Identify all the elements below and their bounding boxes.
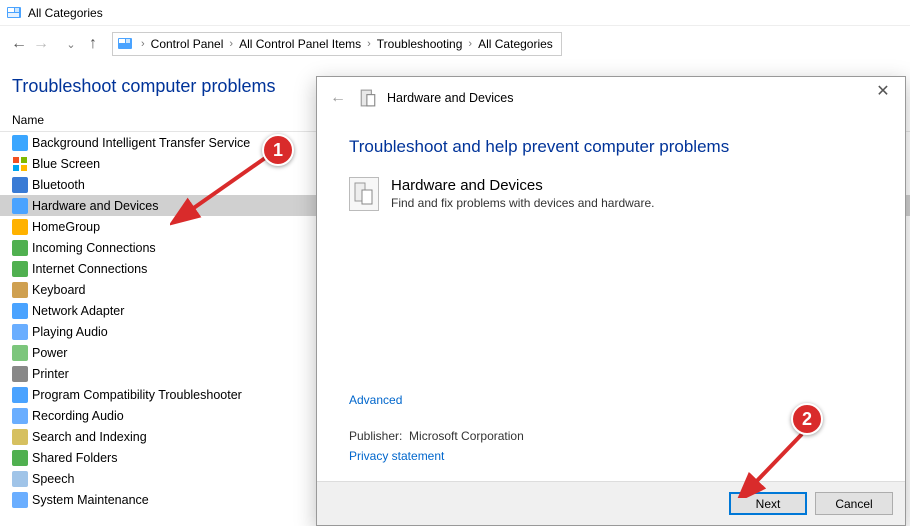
publisher-value: Microsoft Corporation xyxy=(409,429,524,443)
keyboard-icon xyxy=(12,282,28,298)
homegroup-icon xyxy=(12,219,28,235)
annotation-badge-2: 2 xyxy=(791,403,823,435)
cancel-button[interactable]: Cancel xyxy=(815,492,893,515)
blue-screen-icon xyxy=(12,156,28,172)
list-item-label: Speech xyxy=(32,472,74,486)
nav-recent-dropdown[interactable]: ⌄ xyxy=(60,33,82,55)
wizard-header: ← Hardware and Devices xyxy=(317,77,905,117)
next-button[interactable]: Next xyxy=(729,492,807,515)
troubleshooter-icon xyxy=(359,89,377,107)
list-item-label: HomeGroup xyxy=(32,220,100,234)
system-maintenance-icon xyxy=(12,492,28,508)
column-name[interactable]: Name xyxy=(12,113,44,127)
list-item-label: Blue Screen xyxy=(32,157,100,171)
chevron-right-icon[interactable]: › xyxy=(466,38,474,50)
internet-connections-icon xyxy=(12,261,28,277)
window-titlebar: All Categories xyxy=(0,0,910,26)
wizard-back-button[interactable]: ← xyxy=(327,87,349,109)
search-indexing-icon xyxy=(12,429,28,445)
nav-forward-button[interactable]: → xyxy=(30,33,52,55)
advanced-link[interactable]: Advanced xyxy=(349,393,524,407)
breadcrumb-item[interactable]: Control Panel xyxy=(147,37,228,51)
annotation-badge-1: 1 xyxy=(262,134,294,166)
nav-back-button[interactable]: ← xyxy=(8,33,30,55)
incoming-connections-icon xyxy=(12,240,28,256)
power-icon xyxy=(12,345,28,361)
list-item-label: Program Compatibility Troubleshooter xyxy=(32,388,242,402)
list-item-label: Printer xyxy=(32,367,69,381)
close-button[interactable]: ✕ xyxy=(869,81,897,101)
wizard-block-title: Hardware and Devices xyxy=(391,177,654,194)
speech-icon xyxy=(12,471,28,487)
chevron-right-icon[interactable]: › xyxy=(139,38,147,50)
list-item-label: Bluetooth xyxy=(32,178,85,192)
control-panel-icon xyxy=(117,36,133,52)
nav-up-button[interactable]: ↑ xyxy=(82,33,104,55)
control-panel-icon xyxy=(6,5,22,21)
breadcrumb[interactable]: › Control Panel › All Control Panel Item… xyxy=(112,32,562,56)
list-item-label: Internet Connections xyxy=(32,262,147,276)
list-item-label: Incoming Connections xyxy=(32,241,156,255)
list-item-label: System Maintenance xyxy=(32,493,149,507)
list-item-label: Power xyxy=(32,346,67,360)
list-item-label: Search and Indexing xyxy=(32,430,147,444)
hardware-devices-icon xyxy=(12,198,28,214)
list-item-label: Recording Audio xyxy=(32,409,124,423)
chevron-right-icon[interactable]: › xyxy=(365,38,373,50)
hardware-devices-icon xyxy=(349,177,379,211)
recording-audio-icon xyxy=(12,408,28,424)
list-item-label: Keyboard xyxy=(32,283,86,297)
bits-icon xyxy=(12,135,28,151)
shared-folders-icon xyxy=(12,450,28,466)
wizard-links-area: Advanced Publisher: Microsoft Corporatio… xyxy=(349,393,524,471)
playing-audio-icon xyxy=(12,324,28,340)
list-item-label: Background Intelligent Transfer Service xyxy=(32,136,250,150)
wizard-footer: Next Cancel xyxy=(317,481,905,525)
list-item-label: Hardware and Devices xyxy=(32,199,158,213)
program-compat-icon xyxy=(12,387,28,403)
network-adapter-icon xyxy=(12,303,28,319)
wizard-header-title: Hardware and Devices xyxy=(387,91,513,105)
wizard-block-subtitle: Find and fix problems with devices and h… xyxy=(391,196,654,210)
chevron-right-icon[interactable]: › xyxy=(227,38,235,50)
breadcrumb-item[interactable]: All Control Panel Items xyxy=(235,37,365,51)
list-item-label: Playing Audio xyxy=(32,325,108,339)
navigation-bar: ← → ⌄ ↑ › Control Panel › All Control Pa… xyxy=(0,26,910,62)
publisher-label: Publisher: Microsoft Corporation xyxy=(349,429,524,443)
wizard-heading: Troubleshoot and help prevent computer p… xyxy=(349,137,873,157)
bluetooth-icon xyxy=(12,177,28,193)
list-item-label: Shared Folders xyxy=(32,451,117,465)
breadcrumb-item[interactable]: All Categories xyxy=(474,37,557,51)
troubleshooter-wizard: ✕ ← Hardware and Devices Troubleshoot an… xyxy=(316,76,906,526)
privacy-statement-link[interactable]: Privacy statement xyxy=(349,449,524,463)
list-item-label: Network Adapter xyxy=(32,304,124,318)
window-title: All Categories xyxy=(28,6,103,20)
printer-icon xyxy=(12,366,28,382)
breadcrumb-item[interactable]: Troubleshooting xyxy=(373,37,467,51)
